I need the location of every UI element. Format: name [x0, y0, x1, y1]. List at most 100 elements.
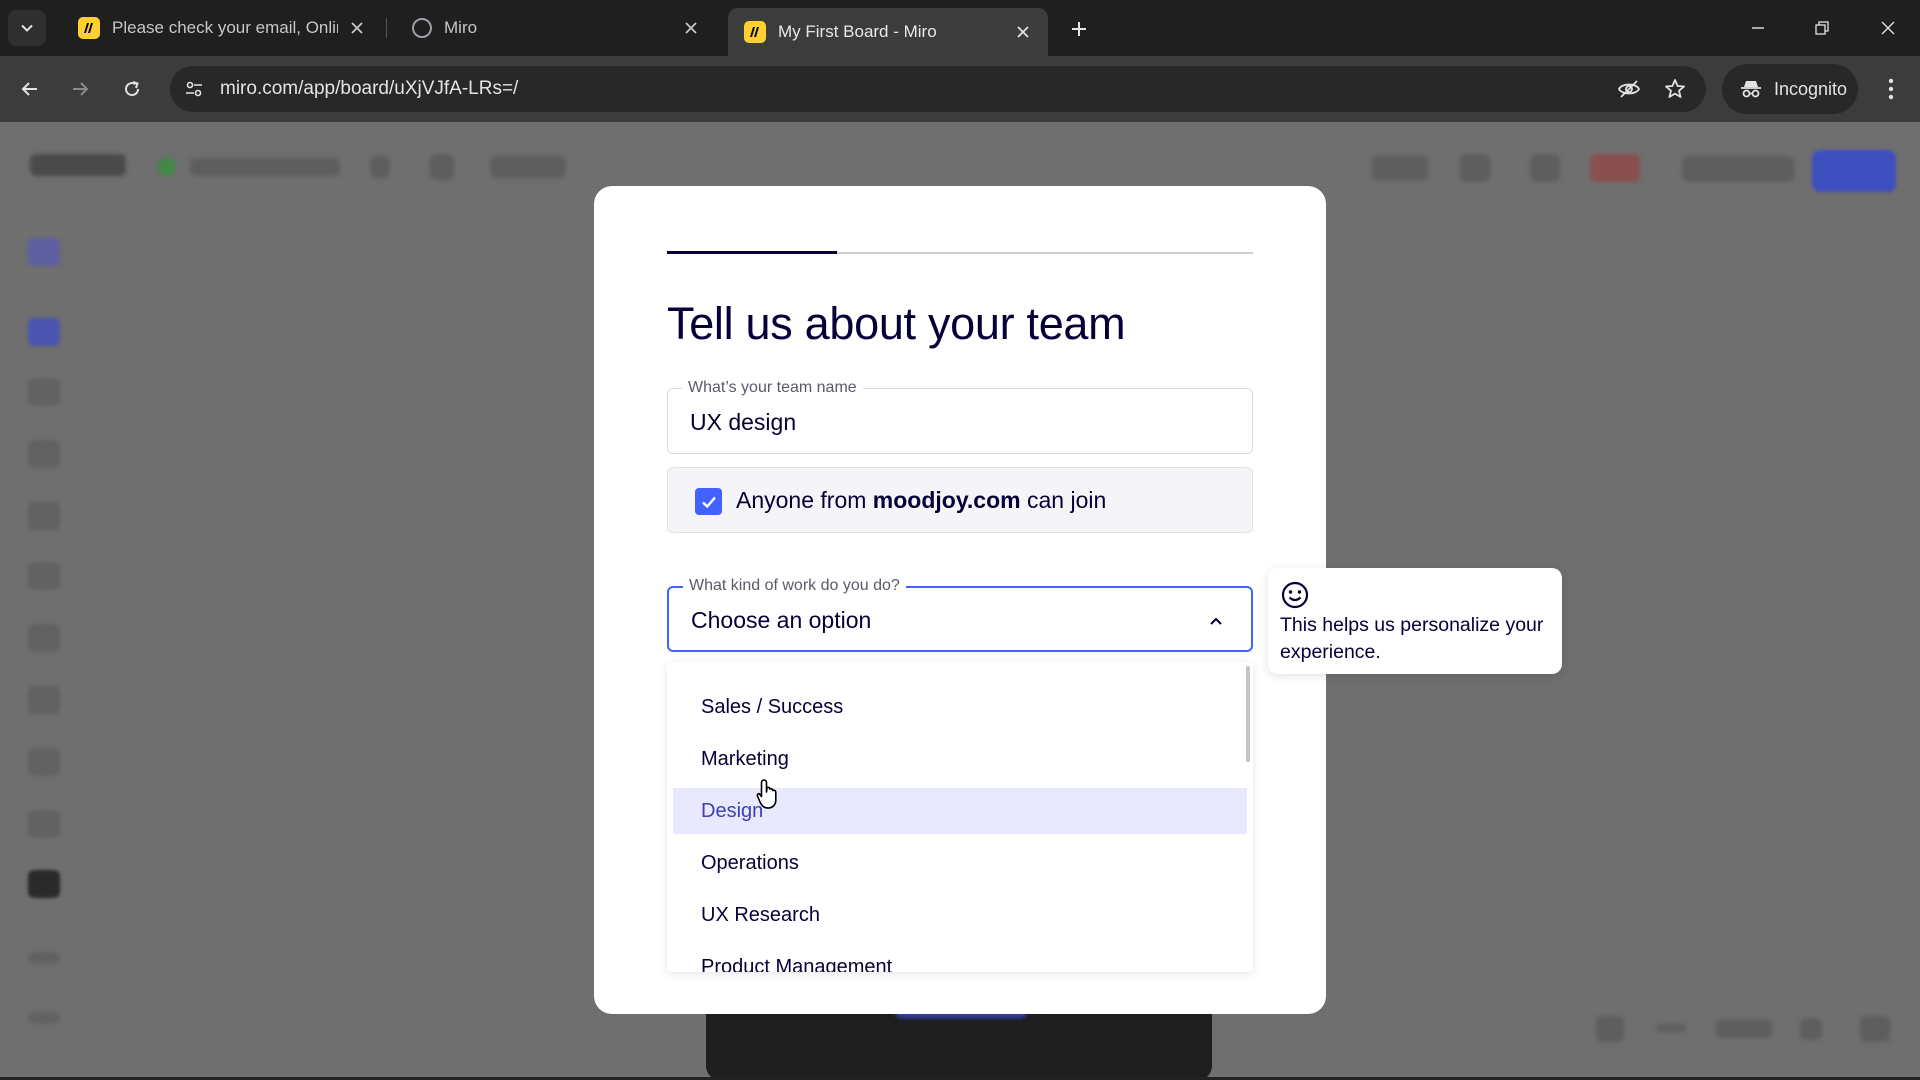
restore-icon: [1815, 21, 1829, 35]
back-button[interactable]: [10, 69, 50, 109]
frame-tool-icon: [28, 686, 60, 714]
globe-icon: [412, 18, 432, 38]
personalize-tooltip: This helps us personalize your experienc…: [1268, 568, 1562, 674]
sync-status-dot: [158, 158, 176, 176]
work-type-dropdown: Sales / Success Marketing Design Operati…: [667, 662, 1253, 972]
domain-join-label: Anyone from moodjoy.com can join: [736, 487, 1106, 514]
zoom-in-icon: [1800, 1018, 1822, 1040]
modal-title: Tell us about your team: [667, 298, 1126, 349]
team-setup-modal: Tell us about your team What’s your team…: [594, 186, 1326, 1014]
tab-title: Please check your email, Online: [112, 18, 338, 37]
arrow-right-icon: [73, 82, 89, 96]
reaction-icon: [1460, 154, 1490, 182]
url-text: miro.com/app/board/uXjVJfA-LRs=/: [220, 78, 519, 99]
templates-tool-icon: [28, 378, 60, 406]
window-close-button[interactable]: [1866, 10, 1910, 46]
video-icon: [1530, 154, 1560, 182]
address-bar[interactable]: miro.com/app/board/uXjVJfA-LRs=/: [170, 66, 1706, 112]
share-button: [1812, 150, 1896, 192]
new-tab-button[interactable]: [1064, 14, 1094, 44]
progress-fill: [667, 251, 837, 254]
join-prefix: Anyone from: [736, 487, 873, 513]
zoom-out-icon: [1656, 1024, 1686, 1032]
tab-title: My First Board - Miro: [778, 22, 937, 41]
checkmark-icon: [701, 496, 716, 508]
tab-title: Miro: [444, 18, 478, 37]
option-marketing[interactable]: Marketing: [673, 736, 1247, 782]
text-tool-icon: [28, 502, 60, 530]
team-name-input[interactable]: UX design: [690, 409, 796, 436]
upgrade-button: [490, 156, 566, 178]
tab-strip: Please check your email, Online Miro My …: [0, 0, 1920, 56]
help-icon: [1860, 1016, 1890, 1042]
sticky-note-tool-icon: [28, 440, 60, 468]
tab-email[interactable]: Please check your email, Online: [62, 8, 382, 48]
team-name-label: What’s your team name: [682, 379, 863, 397]
undo-icon: [28, 952, 60, 964]
domain-join-option[interactable]: Anyone from moodjoy.com can join: [667, 467, 1253, 533]
browser-menu-button[interactable]: [1876, 74, 1906, 104]
select-tool-icon: [28, 318, 60, 346]
minimize-button[interactable]: [1736, 10, 1780, 46]
export-icon: [430, 154, 454, 180]
plus-icon: [1072, 22, 1086, 36]
join-suffix: can join: [1020, 487, 1107, 513]
incognito-icon: [1741, 81, 1761, 98]
work-type-select[interactable]: What kind of work do you do? Choose an o…: [667, 577, 1253, 652]
redo-icon: [28, 1012, 60, 1024]
domain-join-checkbox[interactable]: [695, 488, 722, 515]
shapes-tool-icon: [28, 562, 60, 590]
comment-tool-icon: [28, 748, 60, 776]
ai-tool-icon: [28, 238, 60, 266]
more-vertical-icon: [1888, 78, 1894, 100]
miro-logo: [30, 154, 126, 176]
restore-button[interactable]: [1800, 10, 1844, 46]
more-apps-tool-icon: [28, 870, 60, 898]
board-menu-icon: [370, 156, 390, 178]
arrow-left-icon: [21, 82, 37, 96]
browser-toolbar: miro.com/app/board/uXjVJfA-LRs=/ Incogni…: [0, 56, 1920, 122]
timer-icon: [1590, 154, 1640, 182]
dropdown-scrollbar[interactable]: [1246, 666, 1250, 762]
board-title: [190, 158, 340, 176]
tab-separator: [386, 18, 387, 38]
tab-miro[interactable]: Miro: [396, 8, 716, 48]
chevron-up-icon[interactable]: [1207, 612, 1225, 630]
forward-button[interactable]: [60, 69, 100, 109]
reload-icon: [125, 81, 140, 97]
work-type-label: What kind of work do you do?: [683, 577, 906, 595]
option-sales-success[interactable]: Sales / Success: [673, 684, 1247, 730]
incognito-badge[interactable]: Incognito: [1722, 64, 1858, 114]
progress-bar: [667, 251, 1253, 254]
map-icon: [1596, 1016, 1624, 1042]
join-domain: moodjoy.com: [872, 487, 1021, 513]
chevron-down-icon: [21, 24, 33, 32]
bookmark-star-icon[interactable]: [1662, 76, 1688, 102]
present-button: [1682, 156, 1794, 182]
eye-off-icon[interactable]: [1616, 76, 1642, 102]
miro-favicon-icon: [744, 21, 766, 43]
option-ux-research[interactable]: UX Research: [673, 892, 1247, 938]
tab-my-first-board[interactable]: My First Board - Miro: [728, 8, 1048, 56]
close-icon[interactable]: [346, 17, 368, 39]
minimize-icon: [1752, 27, 1764, 29]
hand-cursor-icon: [756, 778, 782, 815]
tab-search-button[interactable]: [8, 10, 46, 46]
option-product-management[interactable]: Product Management: [673, 944, 1247, 972]
reload-button[interactable]: [112, 69, 152, 109]
team-name-field[interactable]: What’s your team name UX design: [667, 379, 1253, 454]
option-operations[interactable]: Operations: [673, 840, 1247, 886]
site-settings-icon[interactable]: [182, 77, 206, 101]
smiley-icon: [1280, 580, 1310, 615]
close-icon[interactable]: [680, 17, 702, 39]
incognito-label: Incognito: [1774, 78, 1848, 99]
work-type-value: Choose an option: [691, 607, 872, 633]
collab-toolbar: [1372, 156, 1428, 180]
miro-favicon-icon: [78, 17, 100, 39]
upload-tool-icon: [28, 810, 60, 838]
pen-tool-icon: [28, 624, 60, 652]
close-icon: [1881, 21, 1895, 35]
tooltip-text: This helps us personalize your experienc…: [1280, 614, 1544, 663]
zoom-level: [1716, 1020, 1772, 1038]
close-icon[interactable]: [1012, 21, 1034, 43]
